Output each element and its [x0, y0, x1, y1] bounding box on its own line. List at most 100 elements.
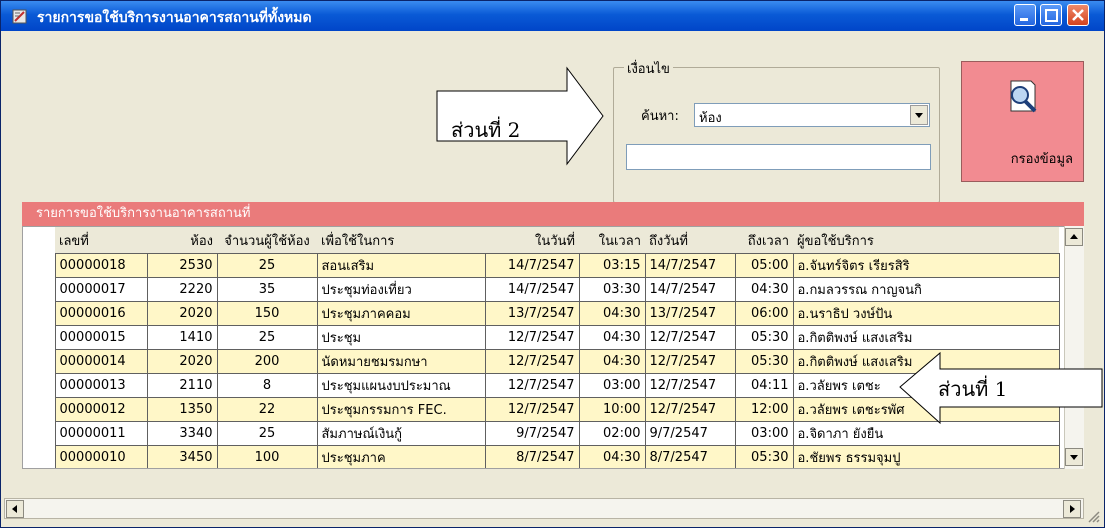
table-cell[interactable]: 2530 [146, 253, 218, 278]
table-cell[interactable]: 1350 [146, 397, 218, 422]
table-cell[interactable]: 200 [216, 349, 318, 374]
table-cell[interactable]: 14/7/2547 [484, 253, 580, 278]
table-cell[interactable]: 8 [216, 373, 318, 398]
table-cell[interactable]: 13/7/2547 [484, 301, 580, 326]
table-cell[interactable]: 8/7/2547 [644, 445, 736, 468]
table-cell[interactable]: 12/7/2547 [484, 325, 580, 350]
column-header[interactable]: ในเวลา [579, 227, 645, 254]
table-cell[interactable]: 100 [216, 445, 318, 468]
table-cell[interactable]: อ.กิตติพงษ์ แสงเสริม [792, 325, 1060, 350]
table-row[interactable]: 00000018 2530 25 สอนเสริม 14/7/2547 03:15 14/7… [23, 253, 1060, 278]
table-cell[interactable]: สอนเสริม [316, 253, 486, 278]
table-cell[interactable]: 9/7/2547 [484, 421, 580, 446]
column-header[interactable]: ถึงวันที่ [645, 227, 735, 254]
table-cell[interactable]: 9/7/2547 [644, 421, 736, 446]
table-cell[interactable]: 8/7/2547 [484, 445, 580, 468]
column-header[interactable]: เลขที่ [55, 227, 147, 254]
table-cell[interactable]: 04:11 [734, 373, 794, 398]
table-cell[interactable]: 35 [216, 277, 318, 302]
table-cell[interactable]: นัดหมายชมรมกษา [316, 349, 486, 374]
maximize-button[interactable] [1040, 4, 1062, 26]
table-cell[interactable]: ประชุมภาคคอม [316, 301, 486, 326]
table-cell[interactable]: 25 [216, 421, 318, 446]
column-header[interactable]: ในวันที่ [485, 227, 579, 254]
table-cell[interactable]: ประชุมภาค [316, 445, 486, 468]
table-cell[interactable]: 150 [216, 301, 318, 326]
table-cell[interactable]: อ.กมลวรรณ กาญจนกิ [792, 277, 1060, 302]
table-cell[interactable]: 22 [216, 397, 318, 422]
close-button[interactable] [1067, 4, 1089, 26]
table-cell[interactable]: 13/7/2547 [644, 301, 736, 326]
row-indicator[interactable] [23, 349, 55, 374]
table-cell[interactable]: 10:00 [578, 397, 646, 422]
table-cell[interactable]: 2110 [146, 373, 218, 398]
table-cell[interactable]: 2020 [146, 349, 218, 374]
horizontal-scrollbar[interactable] [4, 498, 1084, 519]
row-indicator[interactable] [23, 397, 55, 422]
table-cell[interactable]: 02:00 [578, 421, 646, 446]
table-cell[interactable]: 2020 [146, 301, 218, 326]
table-cell[interactable]: 12/7/2547 [644, 325, 736, 350]
table-cell[interactable]: 12/7/2547 [644, 373, 736, 398]
table-cell[interactable]: 00000014 [54, 349, 148, 374]
table-cell[interactable]: 12/7/2547 [644, 397, 736, 422]
table-cell[interactable]: 14/7/2547 [644, 277, 736, 302]
table-cell[interactable]: 00000011 [54, 421, 148, 446]
table-cell[interactable]: สัมภาษณ์เงินกู้ [316, 421, 486, 446]
table-cell[interactable]: 3340 [146, 421, 218, 446]
table-cell[interactable]: 00000016 [54, 301, 148, 326]
table-cell[interactable]: 04:30 [578, 301, 646, 326]
table-cell[interactable]: 03:15 [578, 253, 646, 278]
table-cell[interactable]: 12/7/2547 [484, 349, 580, 374]
table-row[interactable]: 00000015 1410 25 ประชุม 12/7/2547 04:30 12/7/2… [23, 325, 1060, 350]
table-cell[interactable]: 00000010 [54, 445, 148, 468]
row-indicator[interactable] [23, 253, 55, 278]
filter-button[interactable]: กรองข้อมูล [961, 61, 1084, 182]
table-cell[interactable]: 25 [216, 325, 318, 350]
search-field-select[interactable]: ห้อง [694, 103, 930, 127]
table-cell[interactable]: 00000015 [54, 325, 148, 350]
table-cell[interactable]: 05:30 [734, 349, 794, 374]
table-cell[interactable]: 04:30 [578, 325, 646, 350]
table-cell[interactable]: 2220 [146, 277, 218, 302]
scroll-left-button[interactable] [6, 500, 24, 518]
row-indicator[interactable] [23, 277, 55, 302]
row-indicator[interactable] [23, 421, 55, 446]
scroll-up-button[interactable] [1065, 228, 1083, 246]
dropdown-button[interactable] [910, 105, 928, 125]
table-cell[interactable]: ประชุมกรรมการ FEC. [316, 397, 486, 422]
table-cell[interactable]: 25 [216, 253, 318, 278]
table-cell[interactable]: 3450 [146, 445, 218, 468]
row-indicator[interactable] [23, 445, 55, 468]
search-text-input[interactable] [626, 144, 931, 170]
table-row[interactable]: 00000010 3450 100 ประชุมภาค 8/7/2547 04:30 8/7… [23, 445, 1060, 468]
table-cell[interactable]: 05:00 [734, 253, 794, 278]
table-cell[interactable]: 00000017 [54, 277, 148, 302]
table-cell[interactable]: 03:00 [734, 421, 794, 446]
title-bar[interactable]: รายการขอใช้บริการงานอาคารสถานที่ทั้งหมด [1, 1, 1104, 31]
table-cell[interactable]: อ.นราธิป วงษ์ปัน [792, 301, 1060, 326]
table-cell[interactable]: 03:30 [578, 277, 646, 302]
column-header[interactable]: ห้อง [147, 227, 217, 254]
table-cell[interactable]: 12/7/2547 [484, 373, 580, 398]
table-cell[interactable]: 04:30 [734, 277, 794, 302]
table-cell[interactable]: 05:30 [734, 325, 794, 350]
table-cell[interactable]: 06:00 [734, 301, 794, 326]
column-header[interactable]: เพื่อใช้ในการ [317, 227, 485, 254]
table-cell[interactable]: 12:00 [734, 397, 794, 422]
minimize-button[interactable] [1014, 4, 1036, 26]
table-cell[interactable]: 04:30 [578, 349, 646, 374]
table-row[interactable]: 00000017 2220 35 ประชุมท่องเที่ยว 14/7/2547 0… [23, 277, 1060, 302]
column-header[interactable]: ผู้ขอใช้บริการ [793, 227, 1059, 254]
table-cell[interactable]: 1410 [146, 325, 218, 350]
row-indicator[interactable] [23, 373, 55, 398]
resize-grip-icon[interactable] [1086, 509, 1100, 523]
table-cell[interactable]: ประชุม [316, 325, 486, 350]
table-row[interactable]: 00000016 2020 150 ประชุมภาคคอม 13/7/2547 04:3… [23, 301, 1060, 326]
table-cell[interactable]: อ.จันทร์จิตร เรียรสิริ [792, 253, 1060, 278]
column-header[interactable]: ถึงเวลา [735, 227, 793, 254]
scroll-down-button[interactable] [1065, 448, 1083, 466]
table-cell[interactable]: ประชุมท่องเที่ยว [316, 277, 486, 302]
table-cell[interactable]: 00000013 [54, 373, 148, 398]
table-cell[interactable]: 14/7/2547 [484, 277, 580, 302]
